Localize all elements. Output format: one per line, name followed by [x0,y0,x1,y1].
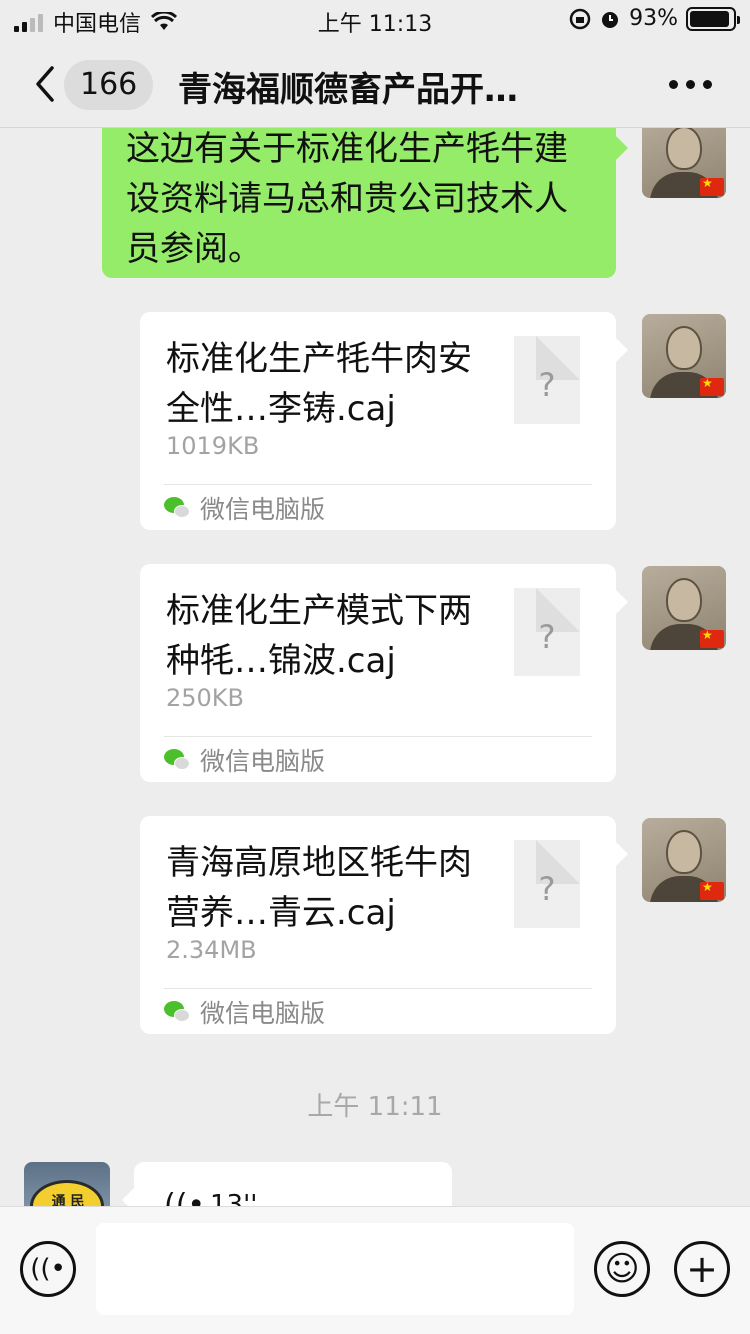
sender-avatar[interactable] [642,566,726,650]
file-source-label: 微信电脑版 [200,999,326,1028]
wechat-icon [164,999,192,1025]
file-source-label: 微信电脑版 [200,747,326,776]
file-message-card[interactable]: 青海高原地区牦牛肉营养…青云.caj 2.34MB ? 微信电脑版 [140,816,628,1034]
message-timestamp: 上午 11:11 [307,1092,443,1122]
message-input[interactable] [96,1223,574,1315]
china-flag-icon [700,628,724,648]
wechat-icon [164,747,192,773]
chat-title: 青海福顺德畜产品开… [178,70,518,110]
battery-icon [686,6,740,31]
voice-wave-icon: ((• [164,1188,206,1206]
file-name: 标准化生产模式下两种牦…锦波.caj [166,591,472,681]
voice-input-icon[interactable]: ((• [20,1241,76,1297]
unknown-file-icon: ? [514,588,580,676]
file-size: 250KB [166,684,245,712]
plus-icon[interactable]: + [674,1241,730,1297]
more-dots-icon[interactable] [669,80,712,89]
unread-count-badge[interactable]: 166 [64,60,154,110]
file-message-card[interactable]: 标准化生产牦牛肉安全性…李铸.caj 1019KB ? 微信电脑版 [140,312,628,530]
china-flag-icon [700,880,724,900]
file-size: 1019KB [166,432,260,460]
file-size: 2.34MB [166,936,257,964]
chat-header: 166 青海福顺德畜产品开… [0,42,750,128]
wechat-icon [164,495,192,521]
avatar-logo-text: 通 民 [51,1194,85,1206]
sender-avatar[interactable] [642,818,726,902]
file-name: 标准化生产牦牛肉安全性…李铸.caj [166,339,472,429]
china-flag-icon [700,176,724,196]
orientation-lock-icon [569,8,591,29]
battery-fill [690,10,730,27]
back-chevron-icon[interactable] [30,64,60,104]
sender-avatar[interactable] [642,128,726,198]
message-list[interactable]: 这边有关于标准化生产牦牛建设资料请马总和贵公司技术人员参阅。 标准化生产牦牛肉安… [0,128,750,1206]
unknown-file-icon: ? [514,840,580,928]
voice-duration: 13'' [210,1190,258,1206]
alarm-icon [602,11,619,28]
text-message-bubble[interactable]: 这边有关于标准化生产牦牛建设资料请马总和贵公司技术人员参阅。 [102,128,628,278]
voice-message-bubble[interactable]: ((• 13'' [122,1162,452,1206]
divider [164,736,592,737]
unknown-file-icon: ? [514,336,580,424]
status-bar: 中国电信 上午 11:13 93% [0,0,750,42]
file-message-card[interactable]: 标准化生产模式下两种牦…锦波.caj 250KB ? 微信电脑版 [140,564,628,782]
input-bar: ((• ☺ + [0,1206,750,1334]
emoji-icon[interactable]: ☺ [594,1241,650,1297]
file-name: 青海高原地区牦牛肉营养…青云.caj [166,843,472,933]
battery-percent: 93% [629,6,678,31]
file-source-label: 微信电脑版 [200,495,326,524]
sender-avatar[interactable] [642,314,726,398]
contact-avatar[interactable]: 通 民 [24,1162,110,1206]
divider [164,484,592,485]
divider [164,988,592,989]
china-flag-icon [700,376,724,396]
